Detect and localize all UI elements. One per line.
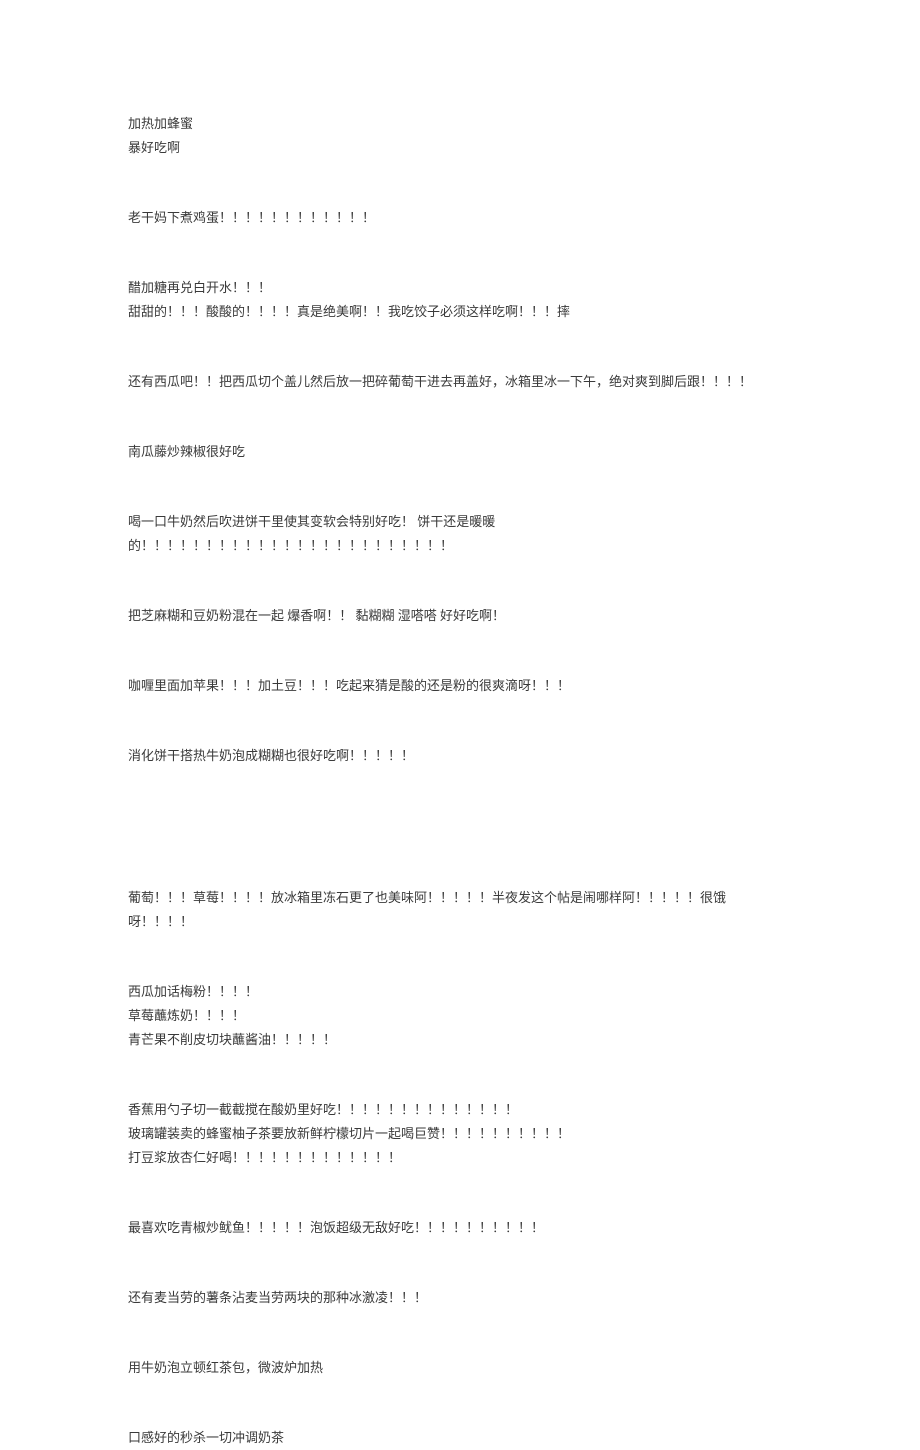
post-paragraph: 醋加糖再兑白开水！！！ [128,280,272,295]
post-paragraph: 还有西瓜吧！！把西瓜切个盖儿然后放一把碎葡萄干进去再盖好，冰箱里冰一下午，绝对爽… [128,374,753,389]
post-paragraph: 把芝麻糊和豆奶粉混在一起 爆香啊！！ 黏糊糊 湿嗒嗒 好好吃啊！ [128,608,506,623]
post-paragraph: 喝一口牛奶然后吹进饼干里使其变软会特别好吃！ 饼干还是暖暖的！！！！！！！！！！… [128,514,496,553]
post-paragraph: 还有麦当劳的薯条沾麦当劳两块的那种冰激凌！！！ [128,1290,428,1305]
post-paragraph: 甜甜的！！！酸酸的！！！！真是绝美啊！！我吃饺子必须这样吃啊！！！摔 [128,304,571,319]
post-body: 加热加蜂蜜暴好吃啊老干妈下煮鸡蛋！！！！！！！！！！！！ 醋加糖再兑白开水！！！ 甜… [128,112,790,1450]
post-paragraph: 口感好的秒杀一切冲调奶茶 [128,1430,285,1445]
post-paragraph: 打豆浆放杏仁好喝！！！！！！！！！！！！！ [128,1150,402,1165]
post-paragraph: 青芒果不削皮切块蘸酱油！！！！！ [128,1032,337,1047]
post-paragraph: 最喜欢吃青椒炒鱿鱼！！！！！泡饭超级无敌好吃！！！！！！！！！！ [128,1220,545,1235]
post-paragraph: 消化饼干搭热牛奶泡成糊糊也很好吃啊！！！！！ [128,748,415,763]
post-paragraph: 暴好吃啊 [128,140,181,155]
post-paragraph: 南瓜藤炒辣椒很好吃 [128,444,246,459]
post-paragraph: 老干妈下煮鸡蛋！！！！！！！！！！！！ [128,210,376,225]
post-paragraph: 草莓蘸炼奶！！！！ [128,1008,246,1023]
post-paragraph: 玻璃罐装卖的蜂蜜柚子茶要放新鲜柠檬切片一起喝巨赞！！！！！！！！！！ [128,1126,571,1141]
post-paragraph: 葡萄！！！草莓！！！！放冰箱里冻石更了也美味阿！！！！！半夜发这个帖是闹哪样阿！… [128,890,727,929]
post-paragraph: 西瓜加话梅粉！！！！ [128,984,259,999]
post-paragraph: 香蕉用勺子切一截截搅在酸奶里好吃！！！！！！！！！！！！！！ [128,1102,519,1117]
post-paragraph: 咖喱里面加苹果！！！加土豆！！！吃起来猜是酸的还是粉的很爽滴呀！！！ [128,678,571,693]
post-paragraph: 用牛奶泡立顿红茶包，微波炉加热 [128,1360,324,1375]
post-paragraph: 加热加蜂蜜 [128,116,194,131]
